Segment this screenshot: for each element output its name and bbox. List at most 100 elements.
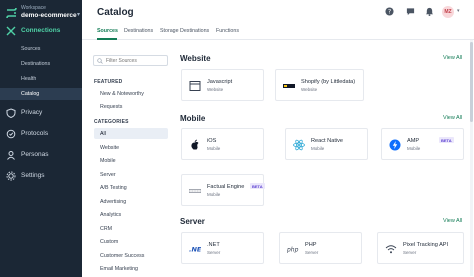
tab-sources[interactable]: Sources [97,28,118,34]
source-name: iOS [207,138,217,144]
nav-health[interactable]: Health [0,73,82,85]
chevron-down-icon[interactable]: ▾ [457,8,460,14]
filter-item-label: Advertising [100,198,127,205]
source-name: Factual Engine [207,184,245,190]
source-card-javascript[interactable]: Javascript Website [181,69,264,101]
nav-health-label: Health [21,76,37,82]
source-category: Website [207,87,224,92]
source-card-shopify[interactable]: Shopify (by Littledata) Website [275,69,364,101]
source-card-ios[interactable]: iOS Mobile [181,128,264,160]
filter-item-website[interactable]: Website [94,142,168,153]
active-tab-indicator [97,38,117,40]
source-card-dotnet[interactable]: .NET .NET Server [181,232,264,264]
section-title-server: Server [180,217,205,226]
workspace-label: Workspace [21,5,46,11]
scrollbar-thumb[interactable] [470,42,473,122]
svg-text:.NET: .NET [189,246,201,254]
filter-item-mobile[interactable]: Mobile [94,155,168,166]
filter-item-analytics[interactable]: Analytics [94,209,168,220]
tab-destinations[interactable]: Destinations [124,28,153,34]
nav-settings-label: Settings [21,172,45,179]
filter-item-new-noteworthy[interactable]: New & Noteworthy [94,88,168,99]
source-card-pixel-tracking-api[interactable]: Pixel Tracking API Server [377,232,464,264]
filter-item-label: Requests [100,103,123,110]
source-category: Mobile [311,146,325,151]
nav-protocols[interactable]: Protocols [0,127,82,141]
source-name: Javascript [207,79,233,85]
nav-destinations[interactable]: Destinations [0,58,82,70]
littledata-logo-icon [283,84,295,88]
filter-item-crm[interactable]: CRM [94,223,168,234]
help-icon[interactable]: ? [385,7,394,16]
source-card-react-native[interactable]: React Native Mobile [285,128,368,160]
filter-item-server[interactable]: Server [94,169,168,180]
filter-item-requests[interactable]: Requests [94,101,168,112]
view-all-mobile-link[interactable]: View All [443,115,462,121]
bell-icon[interactable] [425,7,434,16]
chevron-down-icon: ▾ [77,12,81,18]
filter-item-custom[interactable]: Custom [94,236,168,247]
dotnet-icon: .NET [189,246,201,254]
nav-personas[interactable]: Personas [0,148,82,162]
svg-text:php: php [287,247,299,254]
filter-sources-input[interactable] [93,55,168,66]
nav-personas-label: Personas [21,151,49,158]
chat-icon[interactable] [406,7,415,16]
amp-icon [389,139,401,151]
filter-item-label: CRM [100,225,113,232]
section-title-website: Website [180,54,211,63]
filter-item-label: Server [100,171,116,178]
source-name: .NET [207,242,220,248]
apple-icon [191,139,199,150]
filter-item-customer-success[interactable]: Customer Success [94,250,168,261]
factual-logo-icon [189,189,201,193]
connections-icon [6,26,16,36]
workspace-name: demo-ecommerce [21,12,77,19]
nav-catalog[interactable]: Catalog [0,88,82,100]
nav-connections-label: Connections [21,27,61,34]
avatar[interactable]: MZ [442,6,454,18]
search-icon [97,58,103,64]
filter-item-all[interactable]: All [94,128,168,139]
source-card-factual-engine[interactable]: Factual Engine BETA Mobile [181,174,265,206]
react-icon [293,139,305,151]
filter-item-ab-testing[interactable]: A/B Testing [94,182,168,193]
view-all-website-link[interactable]: View All [443,55,462,61]
tab-functions[interactable]: Functions [216,28,239,34]
segment-logo-icon [6,7,17,19]
source-card-php[interactable]: php PHP Server [279,232,362,264]
nav-destinations-label: Destinations [21,61,51,67]
filter-item-label: Mobile [100,157,116,164]
nav-sources[interactable]: Sources [0,43,82,55]
workspace-switcher[interactable]: Workspace demo-ecommerce ▾ [6,5,81,21]
nav-settings[interactable]: Settings [0,169,82,183]
source-category: Server [207,250,221,255]
tab-storage-destinations[interactable]: Storage Destinations [160,28,209,34]
nav-privacy[interactable]: Privacy [0,106,82,120]
section-title-mobile: Mobile [180,114,206,123]
nav-privacy-label: Privacy [21,109,43,116]
source-category: Server [403,250,417,255]
nav-protocols-label: Protocols [21,130,49,137]
beta-badge: BETA [439,137,454,143]
categories-label: CATEGORIES [94,119,129,125]
filter-item-label: Customer Success [100,252,145,259]
scrollbar[interactable] [470,40,473,276]
user-icon [7,151,15,160]
view-all-server-link[interactable]: View All [443,218,462,224]
filter-item-label: New & Noteworthy [100,90,144,97]
nav-connections[interactable]: Connections [0,24,82,38]
filter-item-label: Website [100,144,120,151]
filter-item-advertising[interactable]: Advertising [94,196,168,207]
featured-label: FEATURED [94,79,123,85]
source-category: Mobile [207,146,221,151]
source-name: PHP [305,242,317,248]
source-name: Shopify (by Littledata) [301,79,356,85]
source-category: Server [305,250,319,255]
nav-catalog-label: Catalog [21,91,40,97]
wifi-icon [385,245,397,254]
source-card-amp[interactable]: AMP BETA Mobile [381,128,464,160]
filter-item-email-marketing[interactable]: Email Marketing [94,263,168,274]
nav-sources-label: Sources [21,46,41,52]
sidebar: Workspace demo-ecommerce ▾ Connections S… [0,0,82,277]
